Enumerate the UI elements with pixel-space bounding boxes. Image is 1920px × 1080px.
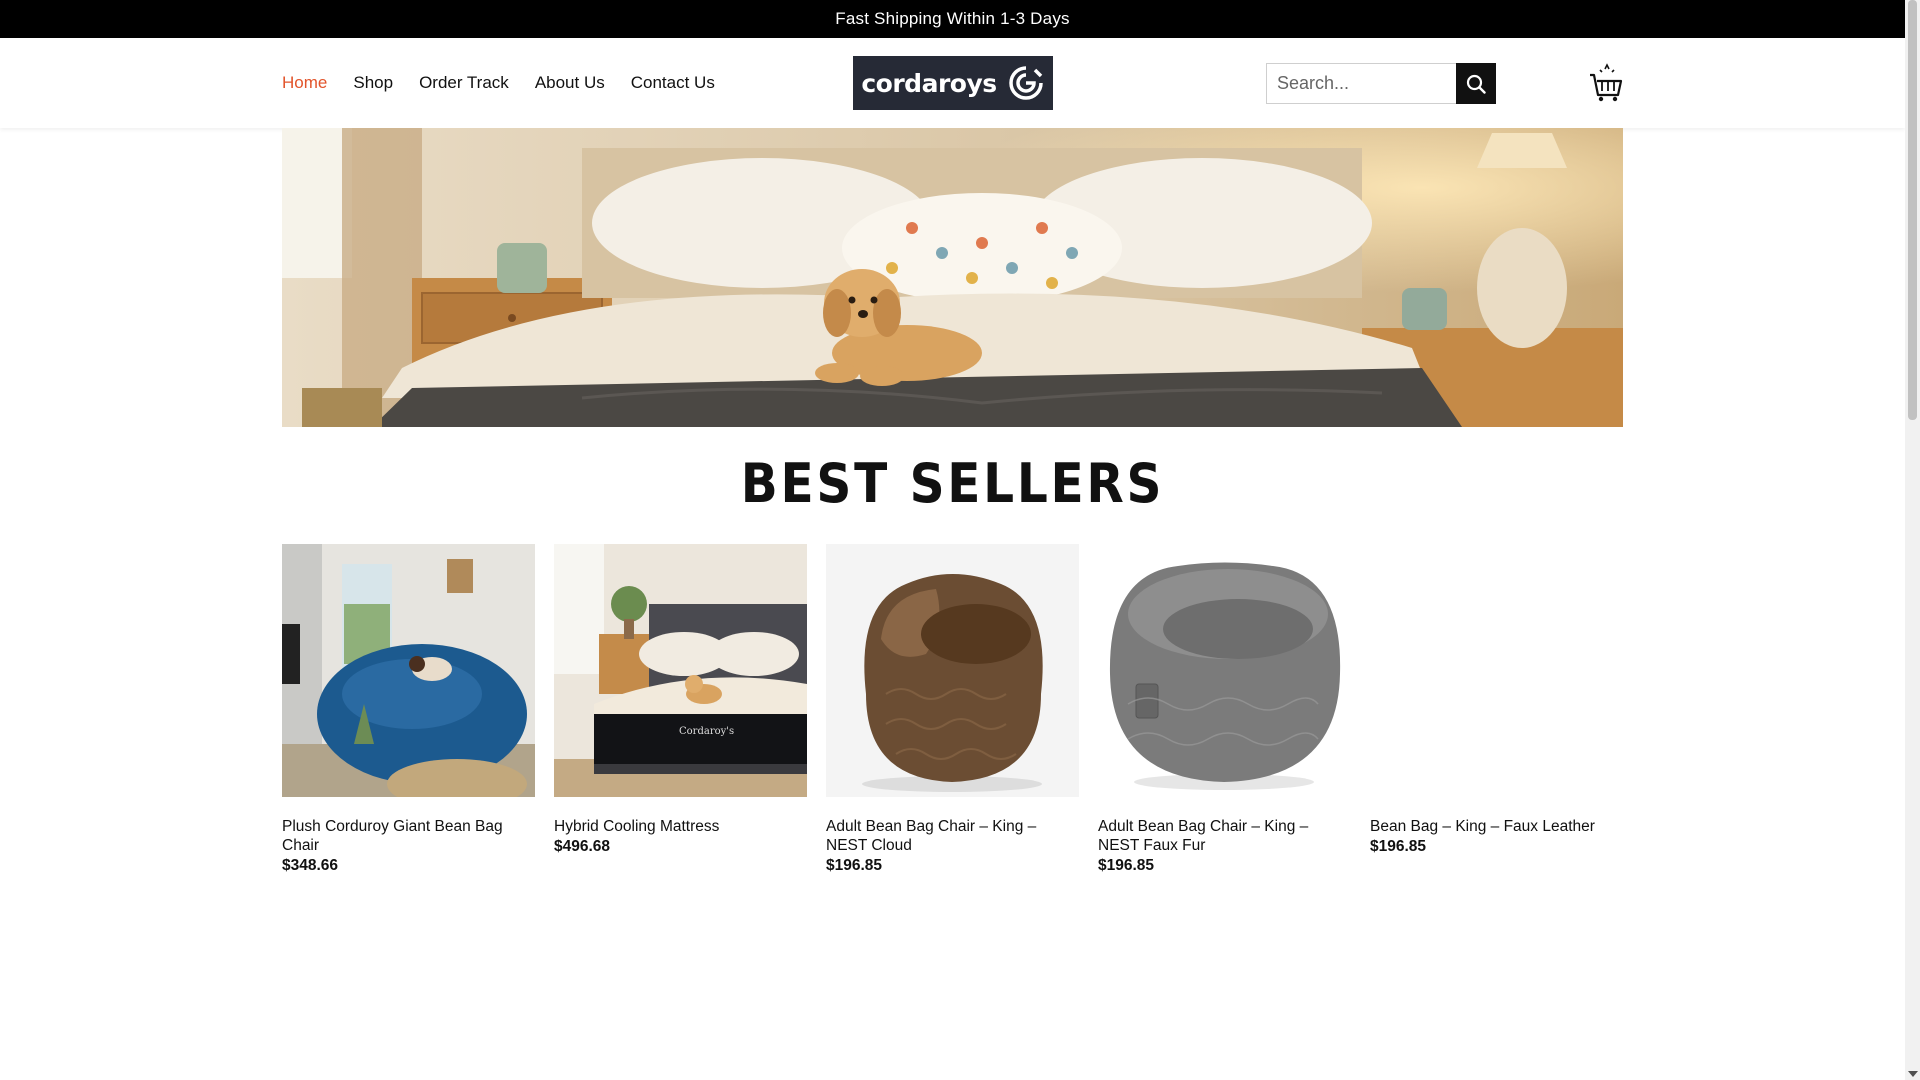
nav-shop[interactable]: Shop — [353, 73, 393, 93]
nav-about-us[interactable]: About Us — [535, 73, 605, 93]
cordaroys-logo-icon — [1008, 66, 1043, 100]
nav-contact-us[interactable]: Contact Us — [631, 73, 715, 93]
product-name[interactable]: Hybrid Cooling Mattress — [554, 817, 807, 836]
search-form — [1266, 63, 1496, 104]
nav-home[interactable]: Home — [282, 73, 327, 93]
svg-text:Cordaroy's: Cordaroy's — [679, 726, 734, 737]
product-price: $196.85 — [826, 857, 883, 874]
hero-banner[interactable] — [282, 128, 1623, 427]
cart-icon — [1590, 63, 1623, 102]
product-price: $496.68 — [554, 838, 611, 855]
main-nav: Home Shop Order Track About Us Contact U… — [282, 38, 715, 128]
search-input[interactable] — [1266, 63, 1456, 104]
product-image[interactable] — [282, 544, 535, 797]
product-grid: Plush Corduroy Giant Bean Bag Chair $348… — [282, 544, 1623, 875]
brown-bean-bag-image — [826, 544, 1079, 797]
product-price: $348.66 — [282, 857, 339, 874]
mattress-image: Cordaroy's — [554, 544, 807, 797]
product-card[interactable]: Adult Bean Bag Chair – King – NEST Faux … — [1098, 544, 1351, 875]
announcement-text: Fast Shipping Within 1-3 Days — [835, 9, 1070, 28]
product-name[interactable]: Plush Corduroy Giant Bean Bag Chair — [282, 817, 535, 855]
scroll-down-arrow-icon[interactable] — [1908, 1071, 1918, 1077]
page-scrollbar[interactable] — [1905, 0, 1920, 1080]
product-card[interactable]: Adult Bean Bag Chair – King – NEST Cloud… — [826, 544, 1079, 875]
cart-button[interactable] — [1588, 63, 1624, 103]
product-card[interactable]: Plush Corduroy Giant Bean Bag Chair $348… — [282, 544, 535, 875]
scrollbar-thumb[interactable] — [1908, 0, 1917, 420]
product-price: $196.85 — [1370, 838, 1427, 855]
site-header: Home Shop Order Track About Us Contact U… — [0, 38, 1905, 128]
section-title: BEST SELLERS — [740, 452, 1165, 515]
product-image[interactable]: Cordaroy's — [554, 544, 807, 797]
product-image[interactable] — [1370, 544, 1623, 797]
product-name[interactable]: Adult Bean Bag Chair – King – NEST Faux … — [1098, 817, 1351, 855]
product-image[interactable] — [826, 544, 1079, 797]
grey-bean-bag-image — [1098, 544, 1351, 797]
blue-bean-bag-image — [282, 544, 535, 797]
product-name[interactable]: Bean Bag – King – Faux Leather — [1370, 817, 1623, 836]
product-name[interactable]: Adult Bean Bag Chair – King – NEST Cloud — [826, 817, 1079, 855]
product-card[interactable]: Cordaroy's Hybrid Cooling Mattress $496.… — [554, 544, 807, 875]
site-logo[interactable]: cordaroys — [853, 56, 1053, 110]
hero-bedroom-image — [282, 128, 1623, 427]
product-price: $196.85 — [1098, 857, 1155, 874]
announcement-bar: Fast Shipping Within 1-3 Days — [0, 0, 1905, 38]
nav-order-track[interactable]: Order Track — [419, 73, 509, 93]
product-card[interactable]: Bean Bag – King – Faux Leather $196.85 — [1370, 544, 1623, 875]
search-icon — [1466, 74, 1486, 94]
logo-text: cordaroys — [861, 68, 997, 98]
search-button[interactable] — [1456, 63, 1496, 104]
product-image[interactable] — [1098, 544, 1351, 797]
